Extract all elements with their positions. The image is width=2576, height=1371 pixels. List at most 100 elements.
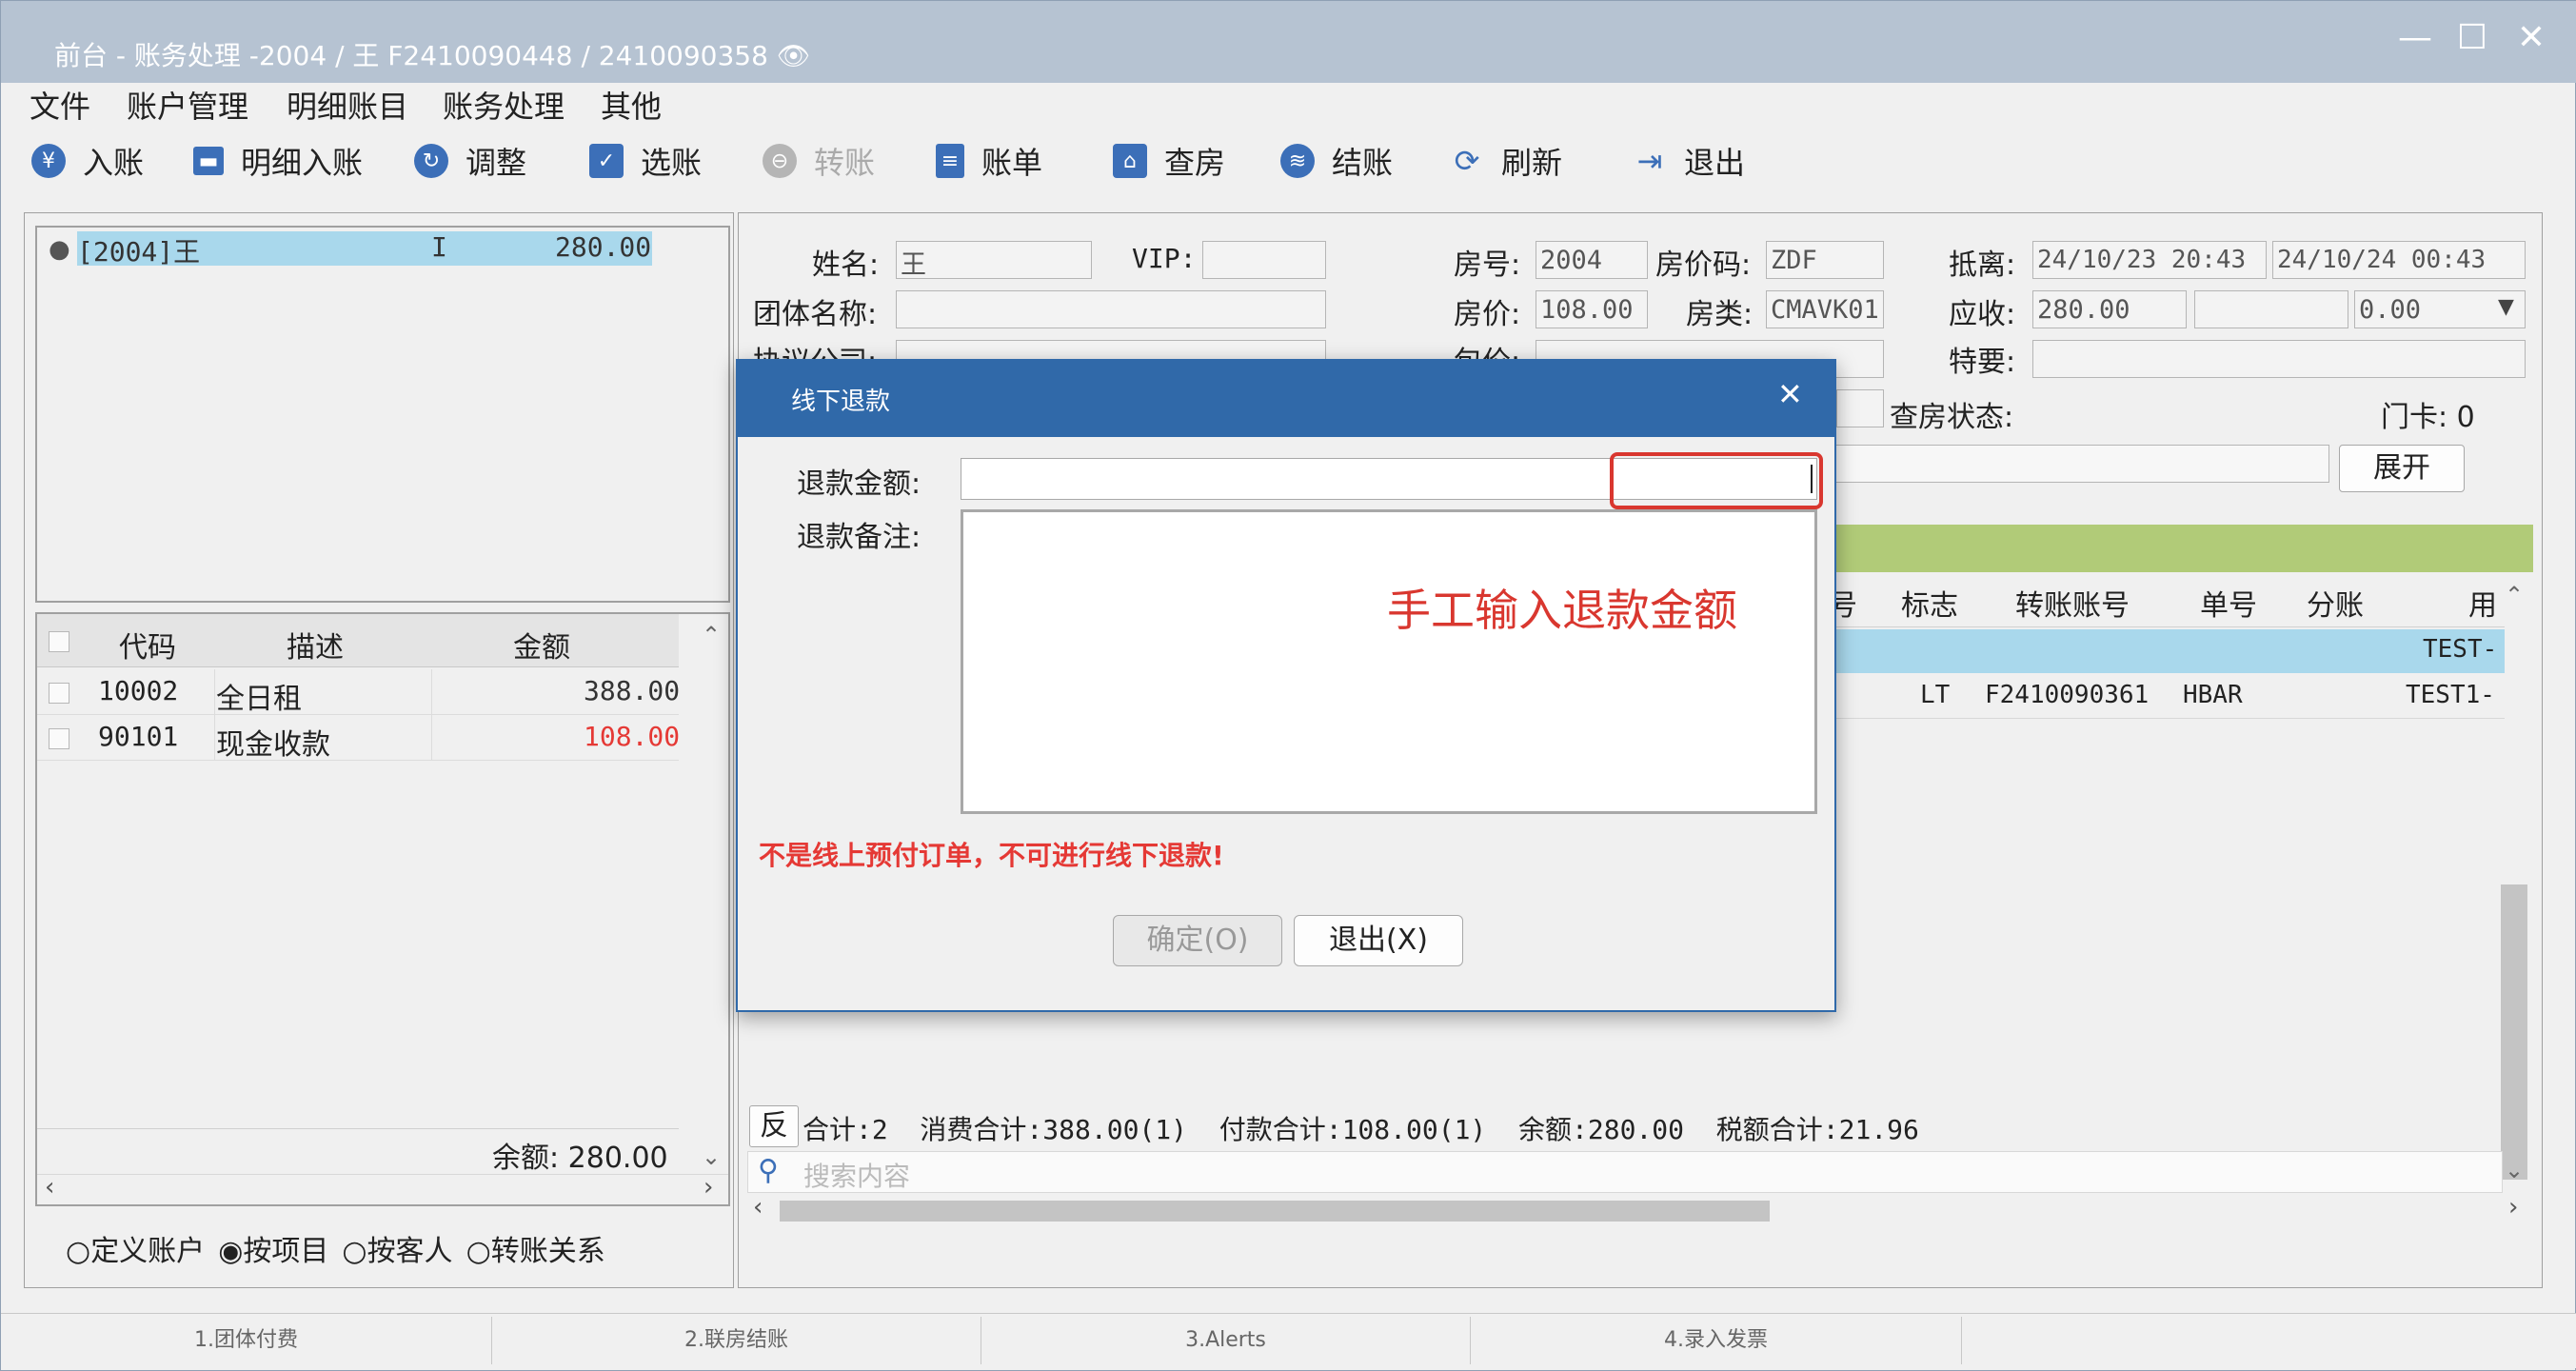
extra-field[interactable] <box>1836 389 1884 427</box>
chevron-down-icon: ▼ <box>2498 295 2514 319</box>
coins-icon: ≋ <box>1280 144 1315 178</box>
receivable-field-2[interactable] <box>2194 290 2348 328</box>
account-row-selected[interactable]: [2004]王 I 280.00 <box>77 231 652 268</box>
vip-field[interactable] <box>1202 241 1326 279</box>
menu-other[interactable]: 其他 <box>601 83 662 127</box>
select-account-button[interactable]: ✓ 选账 <box>589 134 702 188</box>
card-icon: ▬ <box>193 147 224 175</box>
rate-code-field[interactable]: ZDF <box>1766 241 1884 279</box>
refresh-button[interactable]: ⟳ 刷新 <box>1450 134 1562 188</box>
transfer-button[interactable]: ⊖ 转账 <box>763 134 875 188</box>
check-room-button[interactable]: ⌂ 查房 <box>1113 134 1225 188</box>
dialog-close-icon[interactable]: ✕ <box>1777 376 1803 412</box>
detail-post-button[interactable]: ▬ 明细入账 <box>193 134 363 188</box>
horizontal-scrollbar[interactable]: ‹ › <box>37 1173 728 1204</box>
adjust-icon: ↻ <box>414 144 448 178</box>
refund-remark-textarea[interactable] <box>961 509 1817 814</box>
post-button[interactable]: ¥ 入账 <box>31 134 144 188</box>
receivable-field[interactable]: 280.00 <box>2032 290 2187 328</box>
check-room-label: 查房 <box>1164 145 1226 181</box>
select-label: 选账 <box>641 145 703 181</box>
rate-field[interactable]: 108.00 <box>1536 290 1648 328</box>
arrive-field[interactable]: 24/10/23 20:43 <box>2032 241 2267 279</box>
divider <box>37 1128 679 1129</box>
highlight-box <box>1610 452 1823 509</box>
special-field[interactable] <box>2032 340 2526 378</box>
scroll-right-icon[interactable]: › <box>703 1173 713 1202</box>
room-no-field[interactable]: 2004 <box>1536 241 1648 279</box>
refresh-icon: ⟳ <box>1454 143 1480 179</box>
table-row[interactable]: 90101 现金收款 108.00 <box>37 715 681 762</box>
row-checkbox[interactable] <box>49 728 69 749</box>
radio-by-guest[interactable]: ○按客人 <box>342 1227 452 1269</box>
divider <box>431 669 432 715</box>
room-type-field[interactable]: CMAVK01 <box>1766 290 1884 328</box>
col-user: 用 <box>2468 589 2497 623</box>
close-window-button[interactable]: ✕ <box>2503 18 2560 57</box>
vertical-scrollbar-thumb[interactable] <box>2501 884 2527 1180</box>
scroll-up-icon[interactable]: ⌃ <box>702 622 721 648</box>
row-amount: 388.00 <box>584 675 681 706</box>
scroll-right-icon[interactable]: › <box>2508 1193 2518 1222</box>
account-amount: 280.00 <box>555 231 652 263</box>
menu-file[interactable]: 文件 <box>30 83 90 127</box>
divider <box>431 715 432 761</box>
expand-button[interactable]: 展开 <box>2339 445 2465 492</box>
adjust-button[interactable]: ↻ 调整 <box>414 134 526 188</box>
dialog-exit-button[interactable]: 退出(X) <box>1294 915 1463 966</box>
room-type-value: CMAVK01 <box>1771 295 1879 325</box>
row-amount: 108.00 <box>584 721 681 752</box>
search-box[interactable]: ⚲ 搜索内容 <box>747 1151 2503 1193</box>
receivable-select[interactable]: 0.00 ▼ <box>2354 290 2526 328</box>
radio-transfer-relation[interactable]: ○转账关系 <box>466 1227 605 1269</box>
search-icon: ⚲ <box>758 1154 779 1187</box>
h-scrollbar-thumb[interactable] <box>780 1201 1770 1222</box>
name-field[interactable]: 王 <box>896 241 1092 280</box>
bill-label: 账单 <box>981 145 1043 181</box>
menu-account-mgmt[interactable]: 账户管理 <box>127 83 248 127</box>
radio-label: 按项目 <box>243 1235 329 1268</box>
table-row[interactable]: 10002 全日租 388.00 <box>37 669 681 716</box>
select-all-checkbox[interactable] <box>49 631 69 652</box>
maximize-button[interactable]: ☐ <box>2444 18 2501 57</box>
confirm-button[interactable]: 确定(O) <box>1113 915 1282 966</box>
grid-scroll-up-icon[interactable]: ⌃ <box>2505 582 2524 608</box>
post-label: 入账 <box>83 145 145 181</box>
group-field[interactable] <box>896 290 1326 328</box>
reverse-button[interactable]: 反 <box>749 1105 799 1147</box>
col-amount: 金额 <box>513 631 570 665</box>
depart-field[interactable]: 24/10/24 00:43 <box>2272 241 2526 279</box>
arrive-value: 24/10/23 20:43 <box>2037 246 2247 274</box>
radio-define-account[interactable]: ○定义账户 <box>66 1227 205 1269</box>
tab-invoice[interactable]: 4.录入发票 <box>1471 1317 1962 1364</box>
item-list-header: 代码 描述 金额 <box>37 614 679 667</box>
scroll-left-icon[interactable]: ‹ <box>45 1173 54 1202</box>
tab-linked-checkout[interactable]: 2.联房结账 <box>492 1317 981 1364</box>
grid-h-scrollbar[interactable]: ‹ › <box>747 1193 2533 1225</box>
tab-alerts[interactable]: 3.Alerts <box>981 1317 1471 1364</box>
checkout-button[interactable]: ≋ 结账 <box>1280 134 1393 188</box>
menu-detail-items[interactable]: 明细账目 <box>287 83 408 127</box>
search-placeholder: 搜索内容 <box>803 1161 911 1192</box>
radio-by-item[interactable]: ◉按项目 <box>218 1227 328 1269</box>
scroll-left-icon[interactable]: ‹ <box>753 1193 763 1222</box>
tab-group-payment[interactable]: 1.团体付费 <box>1 1317 492 1364</box>
col-desc: 描述 <box>287 631 344 665</box>
account-tree: ● [2004]王 I 280.00 <box>35 226 730 603</box>
bill-button[interactable]: ≡ 账单 <box>936 134 1042 188</box>
row-checkbox[interactable] <box>49 683 69 704</box>
room-no-label: 房号: <box>1454 248 1521 282</box>
dialog-header: 线下退款 ✕ <box>738 361 1834 437</box>
special-label: 特要: <box>1949 346 2016 379</box>
grid-scroll-down-icon[interactable]: ⌄ <box>2505 1157 2524 1183</box>
detail-post-label: 明细入账 <box>241 145 364 181</box>
remark-field[interactable] <box>1819 445 2329 483</box>
account-status: I <box>431 231 447 263</box>
scroll-down-icon[interactable]: ⌄ <box>702 1143 721 1170</box>
exit-button[interactable]: ⇥ 退出 <box>1633 134 1745 188</box>
transfer-label: 转账 <box>814 145 876 181</box>
annotation-text: 手工输入退款金额 <box>1387 585 1737 636</box>
adjust-label: 调整 <box>466 145 527 181</box>
menu-accounting[interactable]: 账务处理 <box>443 83 565 127</box>
minimize-button[interactable]: — <box>2387 18 2444 57</box>
